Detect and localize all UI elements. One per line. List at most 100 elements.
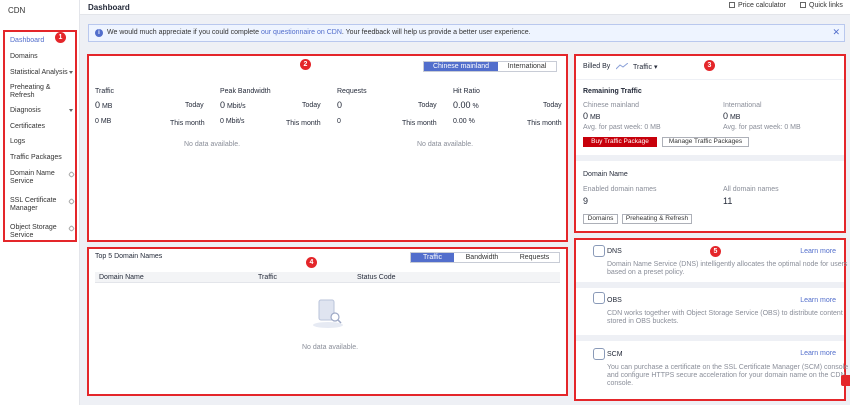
quick-links-link[interactable]: Quick links xyxy=(800,2,843,9)
top5-tabs: Traffic Bandwidth Requests xyxy=(410,252,560,263)
preheating-refresh-button[interactable]: Preheating & Refresh xyxy=(622,214,692,224)
traffic-today-label: Today xyxy=(185,102,204,109)
billing-mode-value: Traffic xyxy=(633,64,653,71)
region-tabs: Chinese mainland International xyxy=(423,61,557,72)
chevron-down-icon xyxy=(69,71,73,74)
traffic-month-label: This month xyxy=(170,120,205,127)
hit-today-label: Today xyxy=(543,102,562,109)
traffic-overview-panel: Chinese mainland International Traffic 0… xyxy=(87,54,568,242)
international-label: International xyxy=(723,102,762,109)
related-services-panel: DNS Learn more Domain Name Service (DNS)… xyxy=(574,238,849,401)
sidebar-item-certificates[interactable]: Certificates xyxy=(10,123,45,131)
service-dns-desc-1: Domain Name Service (DNS) intelligently … xyxy=(607,261,848,268)
price-calculator-label: Price calculator xyxy=(738,2,786,9)
service-obs-desc-2: stored in OBS buckets. xyxy=(607,318,679,325)
peak-bandwidth-label: Peak Bandwidth xyxy=(220,88,271,95)
sidebar-item-dashboard[interactable]: Dashboard xyxy=(10,37,44,45)
close-icon[interactable]: ✕ xyxy=(832,27,840,38)
price-calculator-link[interactable]: Price calculator xyxy=(729,2,786,9)
sidebar-item-logs[interactable]: Logs xyxy=(10,138,25,146)
requests-month-label: This month xyxy=(402,120,437,127)
chevron-down-icon: ▾ xyxy=(654,64,658,71)
scm-icon xyxy=(593,348,605,360)
scm-learn-more-link[interactable]: Learn more xyxy=(800,350,836,357)
calculator-icon xyxy=(729,2,735,8)
requests-today-label: Today xyxy=(418,102,437,109)
billed-by-label: Billed By xyxy=(583,63,611,70)
peak-today-label: Today xyxy=(302,102,321,109)
traffic-mode-icon xyxy=(616,63,628,70)
manage-traffic-packages-button[interactable]: Manage Traffic Packages xyxy=(662,137,749,147)
link-icon xyxy=(800,2,806,8)
international-avg: Avg. for past week: 0 MB xyxy=(723,124,801,131)
buy-traffic-package-button[interactable]: Buy Traffic Package xyxy=(583,137,657,147)
remaining-traffic-title: Remaining Traffic xyxy=(583,88,642,95)
mainland-avg: Avg. for past week: 0 MB xyxy=(583,124,661,131)
notice-text-before: We would much appreciate if you could co… xyxy=(107,29,261,36)
header-bar: Dashboard Price calculator Quick links xyxy=(80,0,850,15)
annotation-badge-3: 3 xyxy=(704,60,715,71)
column-traffic: Traffic xyxy=(258,274,278,281)
sidebar-item-domains[interactable]: Domains xyxy=(10,53,38,61)
hit-ratio-label: Hit Ratio xyxy=(453,88,480,95)
tab-international[interactable]: International xyxy=(498,62,556,71)
bandwidth-no-data: No data available. xyxy=(417,141,474,148)
sidebar-item-label: Service xyxy=(10,178,34,185)
hit-month-label: This month xyxy=(527,120,562,127)
sidebar-item-ssl-certificate-manager[interactable]: SSL Certificate Manager xyxy=(10,197,76,213)
sidebar-item-traffic-packages[interactable]: Traffic Packages xyxy=(10,154,62,162)
divider xyxy=(576,282,844,288)
top5-domains-panel: Top 5 Domain Names Traffic Bandwidth Req… xyxy=(87,247,568,396)
peak-today-value: 0 Mbit/s xyxy=(220,100,246,110)
annotation-badge-2: 2 xyxy=(300,59,311,70)
obs-learn-more-link[interactable]: Learn more xyxy=(800,297,836,304)
tab-requests[interactable]: Requests xyxy=(510,253,559,262)
table-header: Domain Name Traffic Status Code xyxy=(95,272,560,283)
notice-text-after: . Your feedback will help us provide a b… xyxy=(341,29,531,36)
column-status-code: Status Code xyxy=(357,274,396,281)
annotation-badge-5: 5 xyxy=(710,246,721,257)
sidebar-item-label: SSL Certificate xyxy=(10,197,57,204)
sidebar-item-label: Object Storage xyxy=(10,224,57,231)
sidebar-item-diagnosis[interactable]: Diagnosis xyxy=(10,107,76,115)
sidebar-item-domain-name-service[interactable]: Domain Name Service xyxy=(10,170,76,186)
enabled-domains-label: Enabled domain names xyxy=(583,186,657,193)
sidebar-item-label: Domain Name xyxy=(10,170,55,177)
traffic-no-data: No data available. xyxy=(184,141,241,148)
floating-service-tab[interactable] xyxy=(841,375,850,386)
hit-today-number: 0.00 xyxy=(453,100,471,110)
requests-today-value: 0 xyxy=(337,100,343,110)
divider xyxy=(576,79,844,80)
tab-bandwidth[interactable]: Bandwidth xyxy=(454,253,510,262)
traffic-today-unit: MB xyxy=(101,103,113,110)
annotation-badge-4: 4 xyxy=(306,257,317,268)
service-dns-desc-2: based on a preset policy. xyxy=(607,269,685,276)
peak-today-number: 0 xyxy=(220,100,226,110)
traffic-label: Traffic xyxy=(95,88,115,95)
billing-panel: Billed By Traffic ▾ Remaining Traffic Ch… xyxy=(574,54,846,233)
questionnaire-link[interactable]: our questionnaire on CDN xyxy=(261,29,342,36)
sidebar-item-preheating[interactable]: Preheating & Refresh xyxy=(10,84,50,100)
sidebar-item-label: Preheating & xyxy=(10,84,51,91)
mainland-value: 0 MB xyxy=(583,111,600,121)
billing-mode-select[interactable]: Traffic ▾ xyxy=(633,63,658,71)
empty-state-icon xyxy=(313,299,343,328)
sidebar-menu: Dashboard Domains Statistical Analysis P… xyxy=(3,30,77,242)
sidebar: CDN Dashboard Domains Statistical Analys… xyxy=(0,0,80,405)
top5-no-data: No data available. xyxy=(302,344,359,351)
domain-name-title: Domain Name xyxy=(583,171,628,178)
sidebar-item-object-storage-service[interactable]: Object Storage Service xyxy=(10,224,76,240)
international-unit: MB xyxy=(729,114,741,121)
service-scm-desc-1: You can purchase a certificate on the SS… xyxy=(607,364,849,371)
dns-learn-more-link[interactable]: Learn more xyxy=(800,248,836,255)
top5-title: Top 5 Domain Names xyxy=(95,253,163,260)
tab-chinese-mainland[interactable]: Chinese mainland xyxy=(424,62,498,71)
sidebar-item-statistical-analysis[interactable]: Statistical Analysis xyxy=(10,69,76,77)
hit-today-value: 0.00 % xyxy=(453,100,479,110)
all-domains-value: 11 xyxy=(723,196,733,206)
info-icon: i xyxy=(95,29,103,37)
mainland-label: Chinese mainland xyxy=(583,102,640,109)
tab-traffic[interactable]: Traffic xyxy=(411,253,454,262)
domains-button[interactable]: Domains xyxy=(583,214,618,224)
notice-text: We would much appreciate if you could co… xyxy=(107,29,531,36)
